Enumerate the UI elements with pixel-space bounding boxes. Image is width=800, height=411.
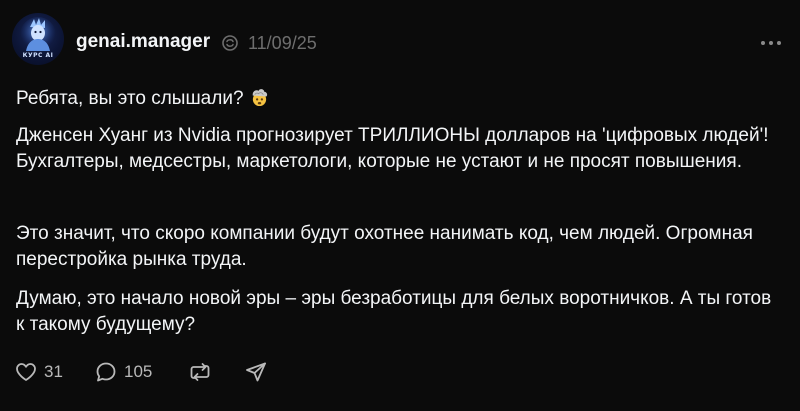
reply-count: 105 [124, 362, 153, 381]
post-card: КУРС AI genai.manager 11/09/25 Ребята, в… [0, 0, 800, 411]
like-button[interactable]: 31 [14, 359, 74, 385]
comment-icon [96, 362, 116, 382]
username-link[interactable]: genai.manager [76, 31, 210, 53]
avatar[interactable]: КУРС AI [12, 13, 64, 65]
send-icon [246, 362, 266, 382]
post-paragraph-2: Дженсен Хуанг из Nvidia прогнозирует ТРИ… [16, 125, 769, 172]
post-paragraph-1: Ребята, вы это слышали? [16, 86, 776, 112]
threads-reposted-icon [222, 35, 238, 51]
repost-icon [190, 363, 210, 381]
repost-button[interactable] [188, 359, 214, 385]
post-paragraph-1-text: Ребята, вы это слышали? [16, 88, 244, 109]
like-count: 31 [44, 362, 63, 381]
post-paragraph-3: Это значит, что скоро компании будут охо… [16, 223, 753, 270]
exploding-head-emoji-icon [252, 89, 267, 107]
more-options-button[interactable] [756, 30, 786, 54]
reply-button[interactable]: 105 [94, 359, 174, 385]
post-paragraph-4: Думаю, это начало новой эры – эры безраб… [16, 288, 772, 335]
share-button[interactable] [244, 359, 270, 385]
post-timestamp[interactable]: 11/09/25 [248, 32, 317, 54]
avatar-label: КУРС AI [22, 52, 54, 59]
heart-icon [16, 363, 36, 381]
